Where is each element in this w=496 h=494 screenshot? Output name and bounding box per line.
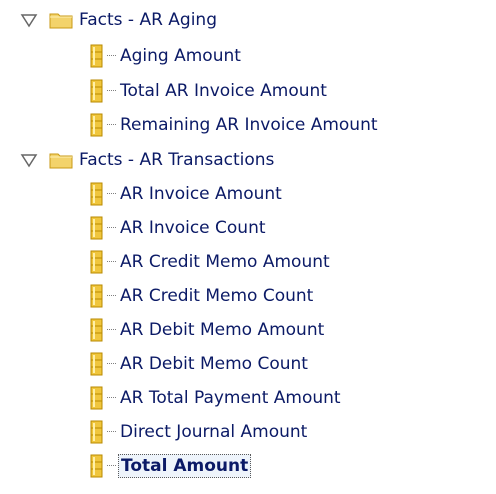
group-label: Facts - AR Aging [79,10,218,30]
tree-item-direct-journal-amount[interactable]: Direct Journal Amount [86,416,309,448]
collapse-toggle-icon[interactable] [20,151,38,169]
measure-column-icon [90,182,103,206]
item-label: Direct Journal Amount [120,422,308,442]
tree-item-aging-amount[interactable]: Aging Amount [86,40,243,72]
tree-connector [107,90,116,92]
tree-item-ar-total-payment-amount[interactable]: AR Total Payment Amount [86,382,343,414]
tree-connector [107,329,116,331]
tree-item-total-amount[interactable]: Total Amount [86,450,252,482]
tree-connector [107,193,116,195]
measure-column-icon [90,216,103,240]
tree-item-remaining-ar-invoice-amount[interactable]: Remaining AR Invoice Amount [86,109,380,141]
tree-connector [107,295,116,297]
item-label: AR Invoice Amount [120,184,282,204]
item-label: Aging Amount [120,46,241,66]
item-label: AR Credit Memo Amount [120,252,330,272]
item-label: Total AR Invoice Amount [120,81,327,101]
subject-area-panel: Facts - AR Aging Aging Amount Total AR I… [0,0,496,494]
tree-connector [107,261,116,263]
tree-item-ar-invoice-count[interactable]: AR Invoice Count [86,212,268,244]
folder-icon [49,13,73,29]
tree-group-facts-ar-aging[interactable]: Facts - AR Aging [20,4,219,36]
tree-group-facts-ar-transactions[interactable]: Facts - AR Transactions [20,144,276,176]
folder-icon [49,153,73,169]
measure-column-icon [90,352,103,376]
measure-column-icon [90,318,103,342]
tree-item-ar-invoice-amount[interactable]: AR Invoice Amount [86,178,284,210]
tree-item-total-ar-invoice-amount[interactable]: Total AR Invoice Amount [86,75,329,107]
measure-column-icon [90,420,103,444]
tree-connector [107,124,116,126]
measure-column-icon [90,44,103,68]
tree-item-ar-credit-memo-count[interactable]: AR Credit Memo Count [86,280,315,312]
measure-column-icon [90,79,103,103]
tree-connector [107,431,116,433]
measure-column-icon [90,284,103,308]
item-label: AR Debit Memo Count [120,354,308,374]
tree-item-ar-credit-memo-amount[interactable]: AR Credit Memo Amount [86,246,332,278]
tree-connector [107,55,116,57]
tree-item-ar-debit-memo-amount[interactable]: AR Debit Memo Amount [86,314,326,346]
collapse-toggle-icon[interactable] [20,11,38,29]
item-label: AR Credit Memo Count [120,286,314,306]
measure-column-icon [90,113,103,137]
group-label: Facts - AR Transactions [79,150,275,170]
measure-column-icon [90,454,103,478]
item-label: AR Invoice Count [120,218,266,238]
item-label: Total Amount [118,454,252,478]
tree-connector [107,227,116,229]
item-label: Remaining AR Invoice Amount [120,115,378,135]
tree-connector [107,397,116,399]
measure-column-icon [90,250,103,274]
tree-connector [107,465,116,467]
tree-connector [107,363,116,365]
item-label: AR Total Payment Amount [120,388,341,408]
tree-item-ar-debit-memo-count[interactable]: AR Debit Memo Count [86,348,310,380]
measure-column-icon [90,386,103,410]
item-label: AR Debit Memo Amount [120,320,325,340]
